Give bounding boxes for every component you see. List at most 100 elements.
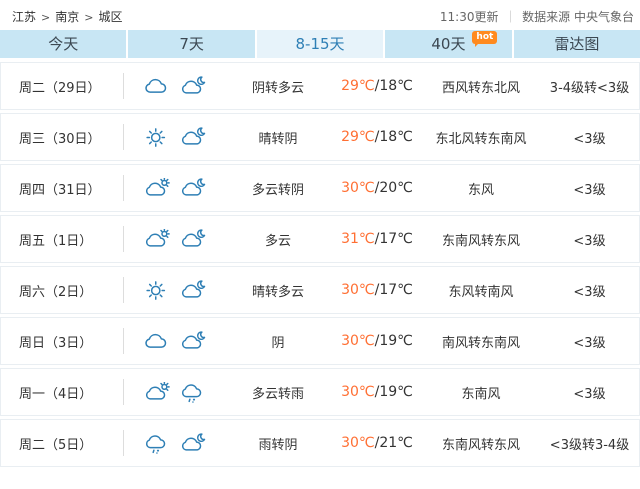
top-bar: 江苏 > 南京 > 城区 11:30更新 ｜ 数据来源 中央气象台 (0, 0, 640, 30)
temp-low: /19℃ (375, 384, 413, 400)
wind-power: <3级转3-4级 (540, 434, 639, 453)
temperature: 30℃/19℃ (332, 384, 422, 400)
tab-label: 40天 (431, 35, 465, 53)
weather-icons (124, 280, 224, 301)
weather-icons (124, 331, 224, 352)
forecast-row: 周五（1日）多云31℃/17℃东南风转东风<3级 (0, 215, 640, 263)
temp-high: 30℃ (341, 180, 375, 196)
temp-high: 30℃ (341, 282, 375, 298)
day-label: 周二（5日） (1, 434, 123, 453)
weather-icons (124, 229, 224, 250)
breadcrumb-item-1[interactable]: 江苏 (12, 10, 36, 24)
weather-icons (124, 127, 224, 148)
wind-power: <3级 (540, 128, 639, 147)
wind-power: <3级 (540, 281, 639, 300)
breadcrumb-item-3[interactable]: 城区 (98, 10, 122, 24)
update-info: 11:30更新 ｜ 数据来源 中央气象台 (440, 8, 634, 25)
wind-power: <3级 (540, 179, 639, 198)
breadcrumb-item-2[interactable]: 南京 (55, 10, 79, 24)
day-label: 周六（2日） (1, 281, 123, 300)
tab-label: 7天 (179, 35, 204, 53)
sun-icon (143, 280, 170, 301)
breadcrumb: 江苏 > 南京 > 城区 (12, 8, 122, 25)
tab-label: 雷达图 (554, 35, 599, 53)
cloud-sun-icon (143, 178, 170, 199)
wind-direction: 东北风转东南风 (422, 128, 540, 147)
tab-4[interactable]: 40天 hot (385, 30, 511, 58)
day-label: 周一（4日） (1, 383, 123, 402)
weather-icons (124, 76, 224, 97)
temp-low: /17℃ (375, 231, 413, 247)
temp-high: 31℃ (341, 231, 375, 247)
breadcrumb-separator: > (84, 11, 93, 24)
wind-direction: 东风 (422, 179, 540, 198)
weather-text: 多云转阴 (224, 179, 332, 198)
temperature: 29℃/18℃ (332, 129, 422, 145)
cloud-moon-icon (179, 229, 206, 250)
temp-low: /21℃ (375, 435, 413, 451)
temp-high: 29℃ (341, 129, 375, 145)
temp-low: /20℃ (375, 180, 413, 196)
cloud-moon-icon (179, 433, 206, 454)
cloud-rain-icon (179, 382, 206, 403)
wind-direction: 东风转南风 (422, 281, 540, 300)
weather-text: 晴转阴 (224, 128, 332, 147)
day-label: 周日（3日） (1, 332, 123, 351)
forecast-row: 周一（4日）多云转雨30℃/19℃东南风<3级 (0, 368, 640, 416)
temperature: 30℃/17℃ (332, 282, 422, 298)
wind-direction: 东南风转东风 (422, 434, 540, 453)
wind-direction: 东南风 (422, 383, 540, 402)
day-label: 周五（1日） (1, 230, 123, 249)
weather-forecast-page: 江苏 > 南京 > 城区 11:30更新 ｜ 数据来源 中央气象台 今天 7天 8-15天 4… (0, 0, 640, 467)
cloud-sun-icon (143, 229, 170, 250)
tab-label: 今天 (48, 35, 78, 53)
wind-direction: 西风转东北风 (422, 77, 540, 96)
cloud-moon-icon (179, 331, 206, 352)
tab-5[interactable]: 雷达图 (514, 30, 640, 58)
sun-icon (143, 127, 170, 148)
forecast-row: 周三（30日）晴转阴29℃/18℃东北风转东南风<3级 (0, 113, 640, 161)
temperature: 29℃/18℃ (332, 78, 422, 94)
day-label: 周二（29日） (1, 77, 123, 96)
temp-low: /17℃ (375, 282, 413, 298)
cloud-moon-icon (179, 127, 206, 148)
temp-high: 30℃ (341, 384, 375, 400)
hot-badge: hot (472, 31, 497, 44)
temp-low: /18℃ (375, 78, 413, 94)
tab-3[interactable]: 8-15天 (257, 30, 383, 58)
wind-power: 3-4级转<3级 (540, 77, 639, 96)
cloud-sun-icon (143, 382, 170, 403)
forecast-row: 周六（2日）晴转多云30℃/17℃东风转南风<3级 (0, 266, 640, 314)
weather-icons (124, 178, 224, 199)
cloud-moon-icon (179, 280, 206, 301)
weather-text: 阴 (224, 332, 332, 351)
tab-2[interactable]: 7天 (128, 30, 254, 58)
forecast-list: 周二（29日）阴转多云29℃/18℃西风转东北风3-4级转<3级周三（30日）晴… (0, 62, 640, 467)
wind-power: <3级 (540, 383, 639, 402)
update-time: 11:30更新 (440, 10, 499, 24)
forecast-row: 周日（3日） 阴 30℃/19℃ 南风转东南风<3级 (0, 317, 640, 365)
forecast-row: 周二（29日）阴转多云29℃/18℃西风转东北风3-4级转<3级 (0, 62, 640, 110)
weather-text: 阴转多云 (224, 77, 332, 96)
tab-label: 8-15天 (295, 35, 344, 53)
temp-low: /18℃ (375, 129, 413, 145)
weather-text: 晴转多云 (224, 281, 332, 300)
weather-text: 多云 (224, 230, 332, 249)
temp-low: /19℃ (375, 333, 413, 349)
tab-1[interactable]: 今天 (0, 30, 126, 58)
breadcrumb-separator: > (41, 11, 50, 24)
wind-direction: 南风转东南风 (422, 332, 540, 351)
tab-bar: 今天 7天 8-15天 40天 hot 雷达图 (0, 30, 640, 58)
temperature: 31℃/17℃ (332, 231, 422, 247)
wind-power: <3级 (540, 332, 639, 351)
temp-high: 29℃ (341, 78, 375, 94)
temp-high: 30℃ (341, 333, 375, 349)
weather-text: 雨转阴 (224, 434, 332, 453)
weather-icons (124, 382, 224, 403)
wind-power: <3级 (540, 230, 639, 249)
cloud-moon-icon (179, 178, 206, 199)
cloud-moon-icon (179, 76, 206, 97)
day-label: 周三（30日） (1, 128, 123, 147)
forecast-row: 周二（5日）雨转阴30℃/21℃东南风转东风<3级转3-4级 (0, 419, 640, 467)
cloud-rain-icon (143, 433, 170, 454)
